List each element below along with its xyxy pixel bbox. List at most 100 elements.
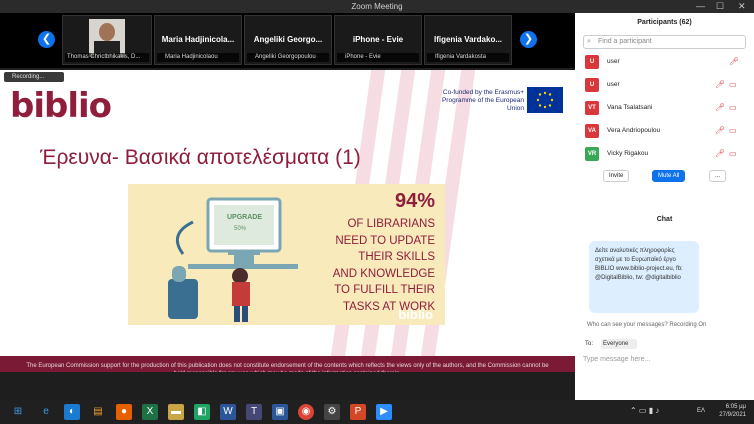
tile-name: iPhone - Evie bbox=[352, 35, 404, 44]
shared-slide: biblio Co-funded by the Erasmus+ Program… bbox=[0, 70, 575, 372]
chat-input[interactable]: Type message here... bbox=[583, 353, 743, 367]
excel-icon[interactable]: X bbox=[142, 404, 158, 420]
stat-line: NEED TO UPDATE bbox=[335, 234, 435, 247]
mute-all-button[interactable]: Mute All bbox=[652, 170, 686, 182]
participant-name: user bbox=[607, 81, 620, 88]
recording-indicator: Recording... bbox=[4, 72, 64, 82]
more-button[interactable]: ... bbox=[709, 170, 727, 182]
participant-row[interactable]: VT Vana Tsalatsani 🎤︎ ▭ bbox=[585, 97, 754, 120]
edge-icon[interactable]: ◐ bbox=[64, 404, 80, 420]
screen-percent: 50% bbox=[234, 226, 247, 232]
panel-logo: biblio bbox=[398, 307, 433, 322]
tile-name: Ifigenia Vardako... bbox=[433, 35, 503, 44]
video-tile[interactable]: Thomas Chrictbhikakis, D... bbox=[62, 15, 152, 65]
participant-row[interactable]: VA Vera Andriopoulou 🎤︎ ▭ bbox=[585, 120, 754, 143]
infographic: UPGRADE 50% 94% OF LIBRARIANS NEED TO UP… bbox=[128, 184, 445, 325]
prev-page-icon[interactable]: ❮ bbox=[38, 31, 55, 48]
side-panel: Participants (62) ⌕ Find a participant U… bbox=[575, 13, 754, 400]
next-page-icon[interactable]: ❯ bbox=[520, 31, 537, 48]
participant-row[interactable]: U user 🎤︎ bbox=[585, 51, 754, 74]
folder-icon[interactable]: ▬ bbox=[168, 404, 184, 420]
mic-muted-icon: 🎤︎ bbox=[715, 149, 726, 158]
app-icon[interactable]: ▣ bbox=[272, 404, 288, 420]
participant-video bbox=[89, 19, 125, 57]
powerpoint-icon[interactable]: P bbox=[350, 404, 366, 420]
visibility-note: Who can see your messages? Recording On bbox=[587, 322, 707, 328]
participant-row[interactable]: VR Vicky Rigakou 🎤︎ ▭ bbox=[585, 143, 754, 166]
chat-title: Chat bbox=[656, 216, 673, 223]
clock-date: 27/9/2021 bbox=[719, 412, 746, 418]
stat-line: OF LIBRARIANS bbox=[347, 218, 435, 230]
disclaimer: The European Commission support for the … bbox=[0, 356, 575, 372]
eu-flag-icon bbox=[527, 87, 563, 113]
tile-name: Maria Hadjinicola... bbox=[161, 35, 235, 44]
zoom-screen: Zoom Meeting — ☐ ✕ ❮ Thomas Chrictbhikak… bbox=[0, 0, 754, 424]
chrome-icon[interactable]: ◉ bbox=[298, 404, 314, 420]
close-button[interactable]: ✕ bbox=[738, 0, 746, 13]
video-strip: ❮ Thomas Chrictbhikakis, D... Maria Hadj… bbox=[0, 13, 575, 68]
clock[interactable]: 6:05 μμ 27/9/2021 bbox=[719, 403, 746, 419]
settings-icon[interactable]: ⚙ bbox=[324, 404, 340, 420]
firefox-icon[interactable]: ● bbox=[116, 404, 132, 420]
maximize-button[interactable]: ☐ bbox=[716, 0, 724, 13]
participant-actions: Invite Mute All ... bbox=[575, 166, 754, 186]
teams-icon[interactable]: T bbox=[246, 404, 262, 420]
clock-time: 6:05 μμ bbox=[725, 404, 746, 410]
language-indicator[interactable]: ΕΛ bbox=[697, 408, 705, 414]
video-tile[interactable]: Angeliki Georgo... Angeliki Georgopoulou bbox=[244, 15, 332, 65]
participant-name: Vana Tsalatsani bbox=[607, 104, 653, 111]
zoom-icon[interactable]: ▶ bbox=[376, 404, 392, 420]
mic-muted-icon: 🎤︎ bbox=[715, 103, 726, 112]
video-tile[interactable]: Ifigenia Vardako... Ifigenia Vardakosta bbox=[424, 15, 512, 65]
mic-muted-icon: 🎤︎ bbox=[729, 57, 740, 66]
avatar: VT bbox=[585, 101, 599, 115]
participant-row[interactable]: U user 🎤︎ ▭ bbox=[585, 74, 754, 97]
participant-search[interactable]: ⌕ Find a participant bbox=[583, 35, 746, 49]
tile-label: iPhone - Evie bbox=[337, 53, 419, 62]
stat-line: THEIR SKILLS bbox=[358, 251, 435, 263]
tile-label: Angeliki Georgopoulou bbox=[247, 53, 329, 62]
minimize-button[interactable]: — bbox=[696, 0, 705, 13]
avatar: U bbox=[585, 55, 599, 69]
stat-line: AND KNOWLEDGE bbox=[332, 267, 435, 280]
avatar: U bbox=[585, 78, 599, 92]
video-tile[interactable]: Maria Hadjinicola... Maria Hadjinicolaou bbox=[154, 15, 242, 65]
stat-line: TO FULFILL THEIR bbox=[334, 284, 435, 296]
search-placeholder: Find a participant bbox=[598, 38, 652, 45]
participant-name: user bbox=[607, 58, 620, 65]
window-title: Zoom Meeting bbox=[351, 2, 403, 11]
ie-icon[interactable]: e bbox=[38, 404, 54, 420]
tile-label: Maria Hadjinicolaou bbox=[157, 53, 239, 62]
window-titlebar: Zoom Meeting bbox=[0, 0, 754, 13]
invite-button[interactable]: Invite bbox=[603, 170, 630, 182]
chat-message: Δείτε αναλυτικές πληροφορίες σχετικά με … bbox=[589, 241, 699, 313]
face-shape bbox=[99, 23, 115, 41]
video-off-icon: ▭ bbox=[729, 103, 737, 112]
tile-label: Thomas Chrictbhikakis, D... bbox=[65, 53, 149, 62]
tray-icons[interactable]: ⌃ ▭ ▮ ♪ bbox=[630, 406, 659, 415]
tile-name: Angeliki Georgo... bbox=[253, 35, 323, 44]
search-icon: ⌕ bbox=[587, 38, 591, 45]
tile-label: Ifigenia Vardakosta bbox=[427, 53, 509, 62]
video-off-icon: ▭ bbox=[729, 80, 737, 89]
windows-start-icon[interactable]: ⊞ bbox=[10, 404, 26, 420]
cofund-text: Co-funded by the Erasmus+ Programme of t… bbox=[441, 89, 524, 112]
store-icon[interactable]: ◧ bbox=[194, 404, 210, 420]
video-off-icon: ▭ bbox=[729, 149, 737, 158]
participant-name: Vicky Rigakou bbox=[607, 150, 649, 157]
taskbar: ⊞ e ◐ ▤ ● X ▬ ◧ W T ▣ ◉ ⚙ P ▶ ⌃ ▭ ▮ ♪ ΕΛ… bbox=[0, 400, 754, 424]
explorer-icon[interactable]: ▤ bbox=[90, 404, 106, 420]
biblio-logo: biblio bbox=[10, 86, 112, 126]
video-tile[interactable]: iPhone - Evie iPhone - Evie bbox=[334, 15, 422, 65]
stat-percent: 94% bbox=[394, 190, 435, 212]
video-off-icon: ▭ bbox=[729, 126, 737, 135]
mic-muted-icon: 🎤︎ bbox=[715, 126, 726, 135]
mic-muted-icon: 🎤︎ bbox=[715, 80, 726, 89]
participant-name: Vera Andriopoulou bbox=[607, 127, 661, 134]
avatar: VA bbox=[585, 124, 599, 138]
recipient-select[interactable]: Everyone bbox=[601, 339, 637, 349]
avatar: VR bbox=[585, 147, 599, 161]
to-label: To: bbox=[585, 341, 594, 347]
word-icon[interactable]: W bbox=[220, 404, 236, 420]
slide-title: Έρευνα- Βασικά αποτελέσματα (1) bbox=[40, 146, 361, 169]
